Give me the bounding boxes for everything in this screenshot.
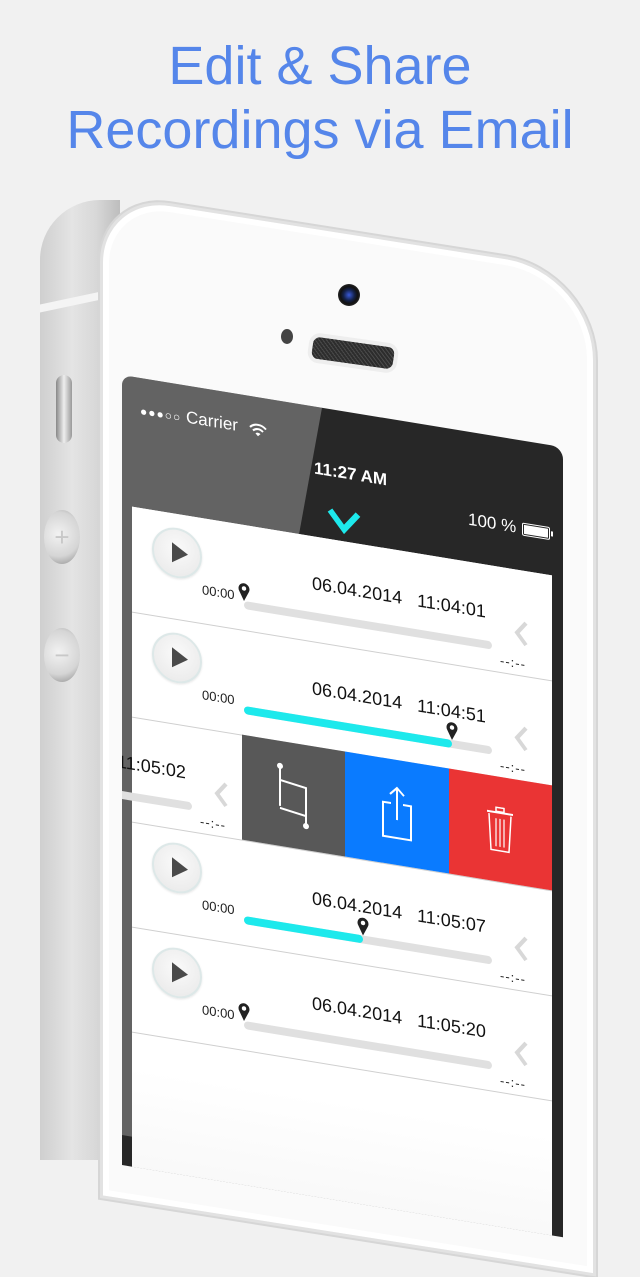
recording-date: 06.04.2014 (312, 993, 403, 1028)
play-button[interactable] (152, 943, 202, 1003)
status-time: 11:27 AM (314, 458, 388, 490)
recording-time: 11:05:02 (122, 751, 186, 783)
recording-time: 11:05:20 (417, 1010, 486, 1042)
headline-line-2: Recordings via Email (66, 100, 574, 160)
recording-time: 11:05:07 (417, 905, 486, 937)
crop-icon (276, 762, 309, 829)
chevron-left-icon[interactable] (514, 724, 528, 752)
playhead-pin-icon[interactable] (357, 916, 369, 936)
elapsed-time: 00:00 (202, 582, 235, 603)
mute-switch (56, 375, 72, 443)
chevron-left-icon[interactable] (514, 1039, 528, 1067)
headline-line-1: Edit & Share (168, 36, 472, 96)
duration-time: --:-- (500, 652, 526, 673)
trash-icon (487, 805, 514, 853)
status-battery: 100 % (468, 509, 551, 543)
elapsed-time: 00:00 (202, 897, 235, 918)
elapsed-time: 00:00 (202, 687, 235, 708)
front-camera (338, 284, 360, 306)
recording-date: 06.04.2014 (312, 573, 403, 608)
chevron-down-icon[interactable] (327, 507, 361, 539)
share-icon (381, 786, 412, 841)
volume-up-button: + (44, 510, 80, 564)
playhead-pin-icon[interactable] (446, 721, 458, 741)
delete-button[interactable] (448, 768, 552, 891)
duration-time: --:-- (200, 813, 226, 834)
edit-button[interactable] (242, 734, 346, 857)
wifi-icon (248, 423, 267, 436)
chevron-left-icon[interactable] (214, 780, 228, 808)
duration-time: --:-- (500, 757, 526, 778)
recording-date: 06.04.2014 (312, 678, 403, 713)
play-button[interactable] (152, 628, 202, 688)
battery-percent: 100 % (468, 509, 517, 537)
chevron-left-icon[interactable] (514, 934, 528, 962)
battery-full-icon (522, 522, 551, 540)
duration-time: --:-- (500, 967, 526, 988)
headline: Edit & Share Recordings via Email (0, 34, 640, 162)
share-button[interactable] (345, 751, 449, 874)
volume-down-button: − (44, 628, 80, 682)
elapsed-time: 00:00 (202, 1002, 235, 1023)
recording-time: 11:04:01 (417, 590, 486, 622)
chevron-left-icon[interactable] (514, 619, 528, 647)
play-button[interactable] (152, 523, 202, 583)
duration-time: --:-- (500, 1072, 526, 1093)
playhead-pin-icon[interactable] (238, 1002, 250, 1022)
proximity-sensor (281, 329, 293, 344)
recordings-list: 06.04.2014 11:04:01 00:00 --:-- 06.04.20… (122, 506, 552, 1238)
play-button[interactable] (152, 838, 202, 898)
app-screen: ●●●○○ Carrier 11:27 AM 100 % 06.04.2014 … (122, 375, 563, 1238)
playhead-pin-icon[interactable] (238, 582, 250, 602)
